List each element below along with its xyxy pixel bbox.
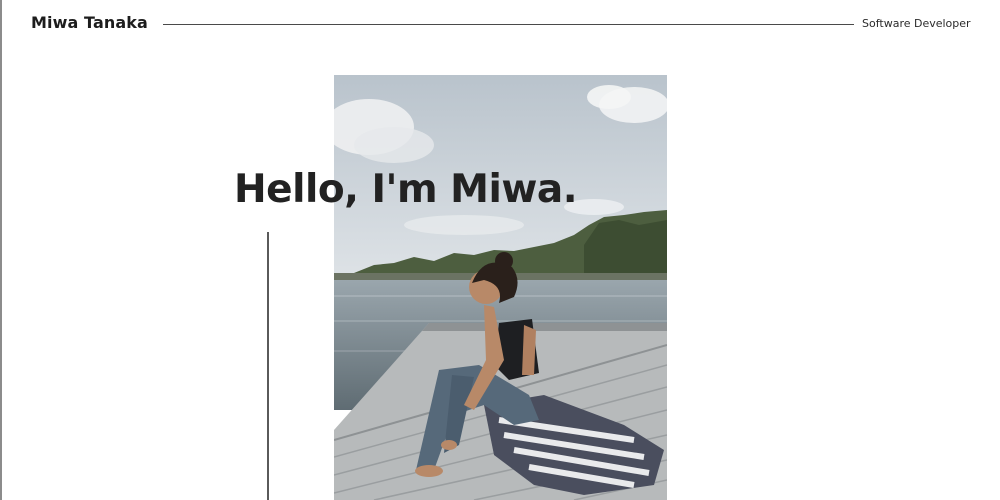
header-divider (163, 24, 854, 25)
left-border-line (0, 0, 2, 500)
hero-greeting: Hello, I'm Miwa. (234, 167, 578, 212)
portfolio-page: Miwa Tanaka Software Developer Hello, I'… (0, 0, 1000, 500)
site-role: Software Developer (862, 17, 971, 30)
hero-vertical-line (267, 232, 269, 500)
site-name[interactable]: Miwa Tanaka (31, 13, 148, 32)
hero-photo (334, 75, 667, 500)
